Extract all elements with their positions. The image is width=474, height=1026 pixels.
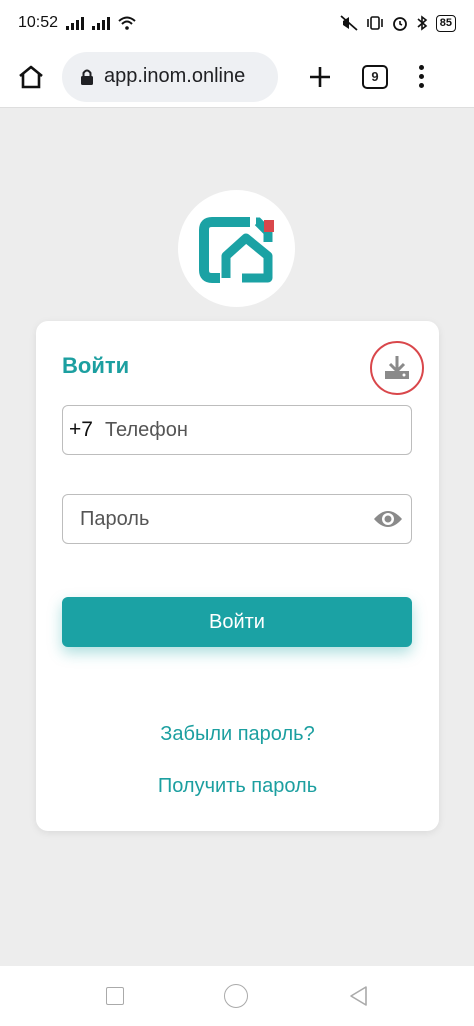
address-bar[interactable]: app.inom.online (62, 51, 278, 102)
download-icon (385, 356, 409, 379)
get-password-link[interactable]: Получить пароль (36, 775, 439, 798)
vibrate-icon (366, 16, 383, 30)
app-logo (178, 190, 295, 307)
login-title: Войти (62, 353, 130, 378)
signal-icon (66, 16, 85, 30)
more-vert-icon (418, 65, 424, 70)
download-app-button[interactable] (370, 341, 424, 395)
more-menu-button[interactable] (416, 65, 426, 88)
phone-prefix: +7 (69, 418, 93, 441)
wifi-icon (118, 16, 136, 30)
battery-indicator: 85 (435, 14, 456, 32)
forgot-password-link[interactable]: Забыли пароль? (36, 723, 439, 746)
url-text: app.inom.online (104, 65, 246, 87)
phone-field[interactable]: +7 Телефон (62, 405, 412, 455)
status-left: 10:52 (18, 14, 136, 32)
new-tab-button[interactable] (300, 52, 340, 102)
clock: 10:52 (18, 14, 59, 31)
login-card: Войти +7 Телефон Пароль Войти Забыли пар… (36, 321, 439, 831)
home-button[interactable] (0, 46, 62, 108)
eye-icon[interactable] (373, 506, 403, 532)
password-field[interactable]: Пароль (62, 494, 412, 544)
system-nav-bar (0, 966, 474, 1026)
home-nav-button[interactable] (224, 984, 248, 1008)
browser-toolbar: app.inom.online 9 (0, 46, 474, 108)
status-bar: 10:52 85 (0, 0, 474, 46)
alarm-icon (392, 17, 407, 31)
bluetooth-icon (417, 15, 428, 31)
plus-icon (310, 66, 330, 87)
home-icon (19, 65, 43, 88)
tab-count: 9 (371, 69, 379, 84)
tabs-button[interactable]: 9 (362, 64, 388, 89)
mute-vibrate-icon (340, 15, 358, 31)
lock-icon (81, 69, 93, 85)
back-icon[interactable] (348, 985, 368, 1007)
inom-logo-icon (198, 216, 274, 283)
phone-placeholder: Телефон (104, 418, 188, 441)
password-placeholder: Пароль (80, 507, 150, 530)
recents-button[interactable] (106, 987, 124, 1005)
status-right: 85 (340, 14, 456, 32)
login-button[interactable]: Войти (62, 597, 412, 647)
signal-icon-2 (92, 16, 111, 30)
